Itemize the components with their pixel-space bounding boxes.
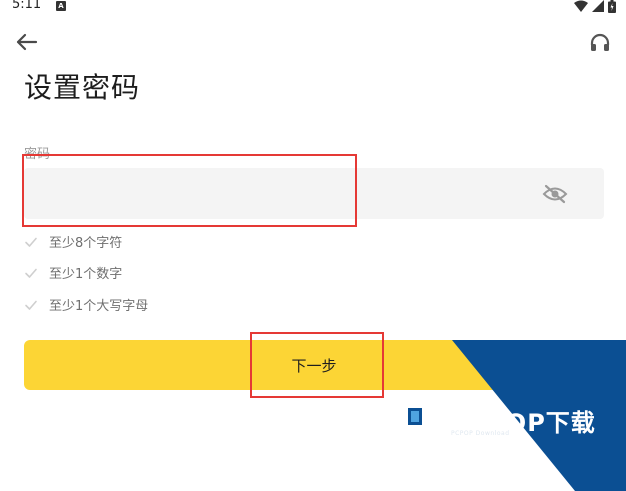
password-label: 密码 bbox=[24, 147, 51, 162]
rule-digit: 至少1个数字 bbox=[24, 263, 122, 282]
status-bar: 5:11 A bbox=[0, 0, 626, 14]
rule-label: 至少1个大写字母 bbox=[49, 299, 149, 314]
wifi-icon bbox=[574, 0, 588, 12]
toggle-visibility-button[interactable] bbox=[542, 182, 568, 206]
password-input[interactable] bbox=[24, 168, 524, 219]
next-button[interactable]: 下一步 bbox=[24, 340, 604, 390]
pcpop-logo-icon bbox=[402, 400, 441, 442]
status-icons bbox=[574, 0, 616, 13]
status-time: 5:11 bbox=[12, 0, 42, 12]
support-button[interactable] bbox=[588, 31, 612, 55]
check-icon bbox=[25, 237, 37, 247]
signal-icon bbox=[592, 0, 604, 12]
rule-uppercase: 至少1个大写字母 bbox=[24, 295, 148, 314]
headset-icon bbox=[590, 33, 610, 51]
watermark-brand: PCPOP下载 bbox=[450, 409, 596, 437]
back-button[interactable] bbox=[14, 32, 40, 52]
rule-label: 至少1个数字 bbox=[49, 267, 123, 282]
battery-icon bbox=[608, 0, 616, 13]
eye-off-icon bbox=[542, 184, 568, 204]
password-field bbox=[24, 168, 604, 219]
page-title: 设置密码 bbox=[24, 71, 141, 104]
rule-label: 至少8个字符 bbox=[49, 236, 123, 251]
check-icon bbox=[25, 268, 37, 278]
a-icon: A bbox=[56, 1, 66, 11]
rule-min-length: 至少8个字符 bbox=[24, 232, 122, 251]
arrow-left-icon bbox=[16, 33, 38, 51]
watermark-sub: PCPOP Download bbox=[451, 430, 510, 437]
check-icon bbox=[25, 300, 37, 310]
